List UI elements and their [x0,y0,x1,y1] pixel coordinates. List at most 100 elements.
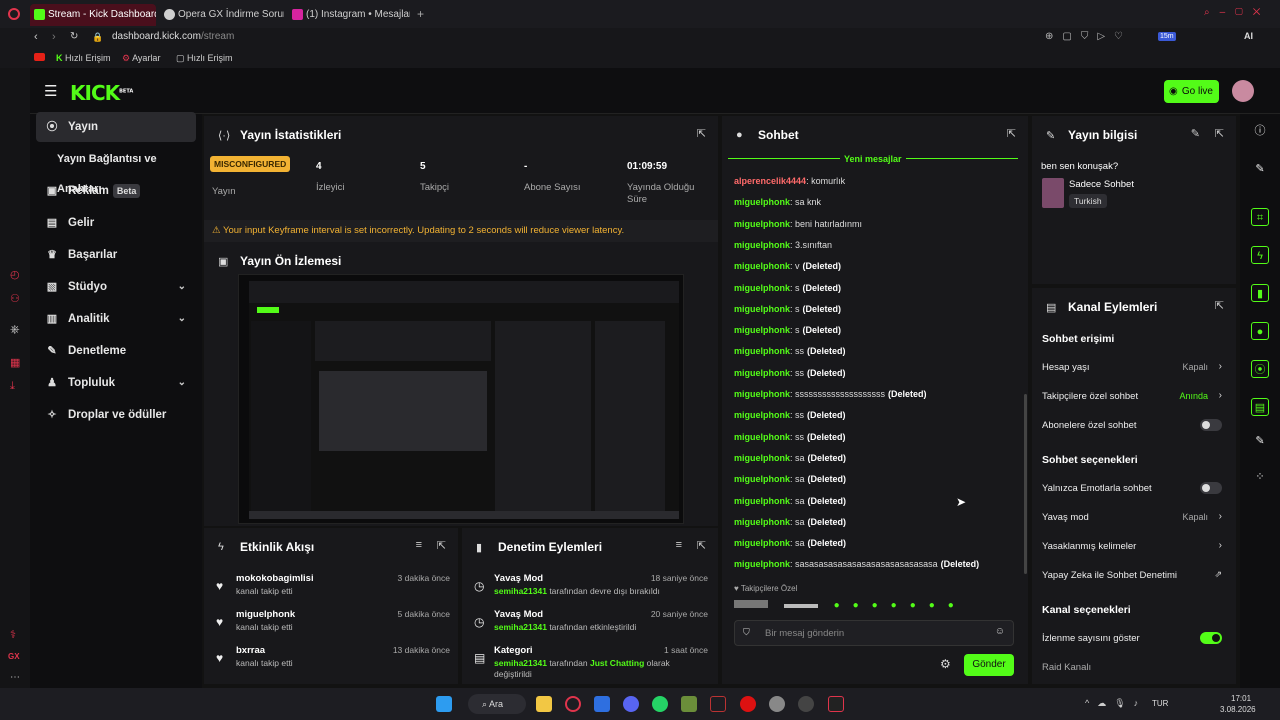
clock-time[interactable]: 17:01 [1231,694,1251,703]
chat-message[interactable]: miguelphonk: ss (Deleted) [734,410,846,420]
chat-username[interactable]: miguelphonk [734,538,790,548]
emote-list[interactable]: ●●●●●●● [834,600,967,611]
chat-message[interactable]: miguelphonk: s (Deleted) [734,325,841,335]
gx-cleaner-icon[interactable]: ⚇ [10,292,20,305]
expand-icon[interactable]: ⇱ [697,539,706,552]
chat-message[interactable]: miguelphonk: sa (Deleted) [734,474,846,484]
extensions-toolbar[interactable]: ⊕▢⛉▷♡ [1045,31,1132,42]
ai-button[interactable]: AI [1244,31,1253,41]
whatsapp-icon[interactable] [652,696,668,712]
kick-logo[interactable]: KICKBETA [70,81,133,105]
chat-username[interactable]: miguelphonk [734,389,790,399]
info-icon[interactable]: ⓘ [1251,122,1269,140]
shield-icon[interactable]: ▮ [1251,284,1269,302]
chat-message[interactable]: miguelphonk: ss (Deleted) [734,432,846,442]
gx-mods-icon[interactable]: ⚕ [10,628,16,641]
chat-message[interactable]: miguelphonk: sasasasasasasasasasasasasas… [734,559,979,569]
expand-icon[interactable]: ⇱ [1215,127,1224,140]
show-viewers-setting[interactable]: İzlenme sayısını göster [1042,632,1222,644]
gx-control-icon[interactable]: ◴ [10,268,20,281]
chat-message[interactable]: miguelphonk: ss (Deleted) [734,346,846,356]
emoji-icon[interactable]: ☺ [995,626,1005,637]
bookmark-settings[interactable]: ⚙ Ayarlar [122,53,160,64]
windows-start-icon[interactable] [436,696,452,712]
chat-username[interactable]: miguelphonk [734,432,790,442]
filter-icon[interactable]: ≡ [676,539,682,551]
timer-badge[interactable]: 15m [1158,32,1176,41]
chat-message[interactable]: miguelphonk: sa (Deleted) [734,453,846,463]
new-tab-icon[interactable]: + [417,7,424,21]
expand-icon[interactable]: ⇱ [1007,127,1016,140]
chat-message[interactable]: miguelphonk: sa knk [734,197,821,207]
chat-message[interactable]: miguelphonk: s (Deleted) [734,304,841,314]
emotes-only-setting[interactable]: Yalnızca Emotlarla sohbet [1042,482,1222,494]
file-explorer-icon[interactable] [536,696,552,712]
chat-message[interactable]: miguelphonk: sa (Deleted) [734,538,846,548]
sidebar-item-stream-key[interactable]: Yayın Bağlantısı ve Anahtarı [36,144,196,195]
chat-username[interactable]: miguelphonk [734,346,790,356]
chat-username[interactable]: miguelphonk [734,559,790,569]
obs-icon[interactable] [740,696,756,712]
gx-logo-icon[interactable]: GX [8,652,20,661]
sidebar-item-topluluk[interactable]: ♟ Topluluk ⌄ [36,368,196,398]
show-viewers-toggle[interactable] [1200,632,1222,644]
url-field[interactable]: dashboard.kick.com/stream [112,31,234,42]
more-icon[interactable]: ⋯ [10,672,20,683]
chat-message[interactable]: miguelphonk: sa (Deleted) [734,517,846,527]
preview-video[interactable] [238,274,684,524]
camera-icon[interactable]: ⌗ [1251,208,1269,226]
scrollbar[interactable] [1024,394,1027,574]
tab-kick-dashboard[interactable]: Stream - Kick Dashboard [30,4,156,26]
discord-icon[interactable] [623,696,639,712]
filter-icon[interactable]: ≡ [416,539,422,551]
menu-icon[interactable]: ☰ [44,82,57,100]
chat-username[interactable]: miguelphonk [734,283,790,293]
avatar[interactable] [1232,80,1254,102]
chat-message[interactable]: miguelphonk: ss (Deleted) [734,368,846,378]
chat-username[interactable]: miguelphonk [734,304,790,314]
opera-logo-icon[interactable] [8,8,20,20]
chat-username[interactable]: miguelphonk [734,197,790,207]
banned-words-setting[interactable]: Yasaklanmış kelimeler › [1042,540,1222,552]
expand-icon[interactable]: ⇱ [437,539,446,552]
chat-username[interactable]: miguelphonk [734,410,790,420]
chat-message[interactable]: miguelphonk: 3.sınıftan [734,240,832,250]
sidebar-item-denetleme[interactable]: ✎ Denetleme [36,336,196,366]
chat-message[interactable]: miguelphonk: beni hatırladınmı [734,219,862,229]
window-controls[interactable]: ⌕–▢✕ [1204,7,1270,18]
channel-actions-icon[interactable]: ▤ [1251,398,1269,416]
followers-chat-setting[interactable]: Takipçilere özel sohbet Anında › [1042,390,1222,402]
chat-message[interactable]: miguelphonk: s (Deleted) [734,283,841,293]
chat-username[interactable]: miguelphonk [734,368,790,378]
apps-icon[interactable]: ⁘ [1251,468,1269,486]
language-indicator[interactable]: TUR [1152,699,1168,708]
vs-icon[interactable] [710,696,726,712]
edit-icon[interactable]: ✎ [1251,160,1269,178]
wrench-icon[interactable]: ✎ [1251,432,1269,450]
chat-username[interactable]: miguelphonk [734,474,790,484]
taskbar-search[interactable]: ⌕ Ara [468,694,526,714]
back-icon[interactable]: ‹ [34,31,38,43]
chat-username[interactable]: alperencelik4444 [734,176,806,186]
sidebar-item-basarilar[interactable]: ♛ Başarılar [36,240,196,270]
slow-mode-setting[interactable]: Yavaş mod Kapalı › [1042,511,1222,523]
sidebar-item-droplar[interactable]: ✧ Droplar ve ödüller [36,400,196,430]
system-tray[interactable]: ^☁🎙♪ [1085,698,1146,709]
clock-date[interactable]: 3.08.2026 [1220,705,1256,714]
chatgpt-icon[interactable]: ⎈ [10,322,20,337]
tab-instagram[interactable]: (1) Instagram • Mesajlar [288,4,410,26]
chat-icon[interactable]: ● [1251,322,1269,340]
settings-icon[interactable] [769,696,785,712]
store-icon[interactable] [594,696,610,712]
expand-icon[interactable]: ⇱ [697,127,706,140]
bookmark-kick[interactable]: K Hızlı Erişim [56,53,111,63]
chat-username[interactable]: miguelphonk [734,261,790,271]
subs-chat-setting[interactable]: Abonelere özel sohbet [1042,419,1222,431]
chat-username[interactable]: miguelphonk [734,496,790,506]
steam-icon[interactable] [798,696,814,712]
youtube-bookmark-icon[interactable] [34,53,45,61]
download-icon[interactable]: ⤓ [10,380,15,393]
go-live-button[interactable]: ◉ Go live [1164,80,1219,103]
emote-avatar[interactable] [734,600,768,608]
opera-gx-taskbar-icon[interactable] [565,696,581,712]
